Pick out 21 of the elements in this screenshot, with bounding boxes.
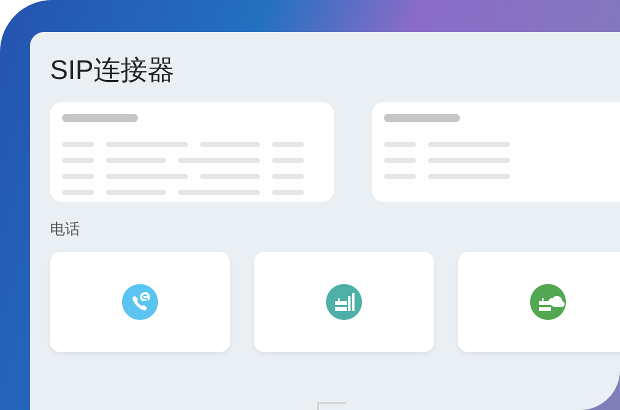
placeholder-bar [384, 158, 416, 163]
placeholder-bar [272, 190, 304, 195]
placeholder-bar [200, 174, 260, 179]
placeholder-bar [384, 142, 416, 147]
placeholder-bar [62, 190, 94, 195]
placeholder-bar [62, 142, 94, 147]
placeholder-bar [272, 158, 304, 163]
bracket-icon [317, 402, 347, 410]
connector-tile[interactable] [458, 252, 620, 352]
placeholder-bar [106, 158, 166, 163]
page-title: SIP连接器 [50, 54, 175, 87]
placeholder-bar [200, 142, 260, 147]
placeholder-bar [272, 142, 304, 147]
placeholder-bar [384, 174, 416, 179]
section-label: 电话 [50, 220, 80, 240]
placeholder-bar [62, 158, 94, 163]
connector-tile[interactable] [254, 252, 434, 352]
placeholder-bar [62, 174, 94, 179]
placeholder-bar [272, 174, 304, 179]
connector-tile[interactable] [50, 252, 230, 352]
placeholder-bar [106, 190, 166, 195]
